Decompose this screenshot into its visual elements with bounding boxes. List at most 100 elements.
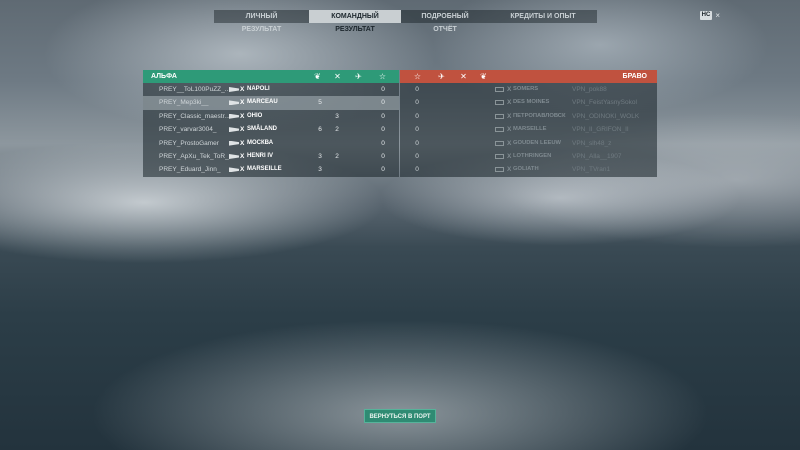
ship-tier: X <box>507 126 512 134</box>
player-name: VPN_FeistYasnySokol <box>572 99 637 107</box>
ship-tier: X <box>240 112 245 120</box>
ship-name: DES MOINES <box>513 99 550 106</box>
result-tabs: ЛИЧНЫЙ РЕЗУЛЬТАТ КОМАНДНЫЙ РЕЗУЛЬТАТ ПОД… <box>214 10 597 33</box>
ship-tier: X <box>240 86 245 93</box>
player-name: VPN_ODINOKI_WOLK <box>572 112 640 120</box>
team-bravo-header: ☆ ✈ ✕ ❦ БРАВО <box>400 70 657 83</box>
wreath-icon: ❦ <box>480 72 487 81</box>
hud-badge: HC <box>699 11 713 20</box>
stat-score: 0 <box>381 112 385 120</box>
team-alpha-list: PREY__ToL100PuZZ_... X NAPOLI 0 PREY_Mep3ki_… <box>143 83 399 177</box>
ship-name: NAPOLI <box>247 86 270 92</box>
stat-score: 0 <box>415 139 419 147</box>
player-name: PREY_ApXu_Tek_ToR_ <box>159 152 229 160</box>
stat-score: 0 <box>415 86 419 93</box>
star-icon: ☆ <box>413 72 422 81</box>
bravo-player-row[interactable]: 0 X MARSEILLE VPN_II_GRIFON_II <box>400 123 657 136</box>
ship-name: SMÅLAND <box>247 126 277 133</box>
stat-score: 0 <box>381 126 385 134</box>
ship-tier: X <box>240 126 245 134</box>
stat-score: 0 <box>415 99 419 107</box>
ship-name: HENRI IV <box>247 152 274 159</box>
close-icon[interactable]: × <box>715 11 720 20</box>
player-name: PREY__ToL100PuZZ_... <box>159 86 231 93</box>
stat-score: 0 <box>415 152 419 160</box>
ship-tier: X <box>507 139 512 147</box>
tab-credits-exp[interactable]: КРЕДИТЫ И ОПЫТ <box>489 10 597 23</box>
ship-class-icon <box>229 87 239 92</box>
plane-icon: ✈ <box>355 72 362 81</box>
return-to-port-button[interactable]: ВЕРНУТЬСЯ В ПОРТ <box>364 409 436 423</box>
bravo-player-row[interactable]: 0 X GOUDEN LEEUW VPN_slh48_z <box>400 137 657 150</box>
tab-team-result[interactable]: КОМАНДНЫЙ РЕЗУЛЬТАТ <box>309 10 401 33</box>
ship-name: МОСКВА <box>247 139 274 146</box>
team-alpha-header: АЛЬФА ❦ ✕ ✈ ☆ <box>143 70 399 83</box>
player-name: VPN_TVran1 <box>572 166 611 174</box>
tab-personal-result[interactable]: ЛИЧНЫЙ РЕЗУЛЬТАТ <box>214 10 309 33</box>
stat-medals: 3 <box>318 152 322 160</box>
ship-class-icon <box>229 127 239 133</box>
ship-class-icon <box>495 153 504 159</box>
bravo-player-row[interactable]: 0 X GOLIATH VPN_TVran1 <box>400 163 657 176</box>
player-name: VPN_pok88 <box>572 86 607 93</box>
player-name: PREY_Eduard_Jinn_ <box>159 166 221 174</box>
ship-name: GOLIATH <box>513 166 539 173</box>
stat-medals: 6 <box>318 126 322 134</box>
alpha-player-row[interactable]: PREY_ProstoGamer X МОСКВА 0 <box>143 137 399 150</box>
stat-score: 0 <box>415 126 419 134</box>
alpha-player-row[interactable]: PREY_ApXu_Tek_ToR_ X HENRI IV 3 2 0 <box>143 150 399 163</box>
alpha-player-row[interactable]: PREY_varvar3004_ X SMÅLAND 6 2 0 <box>143 123 399 136</box>
stat-score: 0 <box>381 99 385 107</box>
bravo-player-row[interactable]: 0 X LOTHRINGEN VPN_Alla__1907 <box>400 150 657 163</box>
star-icon: ☆ <box>378 72 387 81</box>
player-name: VPN_Alla__1907 <box>572 152 622 160</box>
bravo-player-row[interactable]: 0 X DES MOINES VPN_FeistYasnySokol <box>400 96 657 109</box>
player-name: PREY_Classic_maestr... <box>159 112 230 120</box>
ship-name: GOUDEN LEEUW <box>513 139 561 146</box>
team-alpha-panel: АЛЬФА ❦ ✕ ✈ ☆ PREY__ToL100PuZZ_... X NAPOL… <box>143 70 399 177</box>
plane-icon: ✈ <box>438 72 445 81</box>
ship-tier: X <box>507 86 512 93</box>
ship-tier: X <box>507 152 512 160</box>
stat-score: 0 <box>381 139 385 147</box>
alpha-player-row[interactable]: PREY_Classic_maestr... X OHIO 3 0 <box>143 110 399 123</box>
bravo-player-row[interactable]: 0 X SOMERS VPN_pok88 <box>400 83 657 96</box>
player-name: PREY_ProstoGamer <box>159 139 219 147</box>
alpha-player-row[interactable]: PREY__ToL100PuZZ_... X NAPOLI 0 <box>143 83 399 96</box>
ship-name: MARSEILLE <box>247 166 282 173</box>
bravo-player-row[interactable]: 0 X ПЕТРОПАВЛОВСК VPN_ODINOKI_WOLK <box>400 110 657 123</box>
ship-class-icon <box>495 100 504 106</box>
ship-name: SOMERS <box>513 86 539 92</box>
ship-class-icon <box>229 100 239 106</box>
ship-class-icon <box>229 153 239 159</box>
ship-tier: X <box>507 112 512 120</box>
alpha-player-row[interactable]: PREY_Eduard_Jinn_ X MARSEILLE 3 0 <box>143 163 399 176</box>
swords-icon: ✕ <box>334 72 341 81</box>
stat-score: 0 <box>381 152 385 160</box>
hud-controls: HC × <box>699 11 720 20</box>
ship-class-icon <box>229 113 239 119</box>
ship-name: MARCEAU <box>247 99 278 106</box>
team-bravo-panel: ☆ ✈ ✕ ❦ БРАВО 0 X SOMERS VPN_pok88 0 X DES MOI… <box>400 70 657 177</box>
stat-score: 0 <box>381 86 385 93</box>
alpha-player-row[interactable]: PREY_Mep3ki__ X MARCEAU 5 0 <box>143 96 399 110</box>
team-bravo-list: 0 X SOMERS VPN_pok88 0 X DES MOINES VPN_FeistYa… <box>400 83 657 177</box>
ship-tier: X <box>507 166 512 174</box>
ship-name: OHIO <box>247 112 263 119</box>
tab-detailed-report[interactable]: ПОДРОБНЫЙ ОТЧЁТ <box>401 10 489 33</box>
wreath-icon: ❦ <box>314 72 321 81</box>
stat-medals: 3 <box>318 166 322 174</box>
stat-kills: 2 <box>335 152 339 160</box>
stat-kills: 2 <box>335 126 339 134</box>
ship-class-icon <box>495 87 504 92</box>
stat-score: 0 <box>381 166 385 174</box>
ship-tier: X <box>240 139 245 147</box>
stat-score: 0 <box>415 112 419 120</box>
ship-name: LOTHRINGEN <box>513 152 552 159</box>
stat-kills: 3 <box>335 112 339 120</box>
player-name: PREY_varvar3004_ <box>159 126 217 134</box>
ship-class-icon <box>229 167 239 173</box>
ship-name: MARSEILLE <box>513 126 547 133</box>
stat-medals: 5 <box>318 99 322 107</box>
ship-tier: X <box>240 166 245 174</box>
